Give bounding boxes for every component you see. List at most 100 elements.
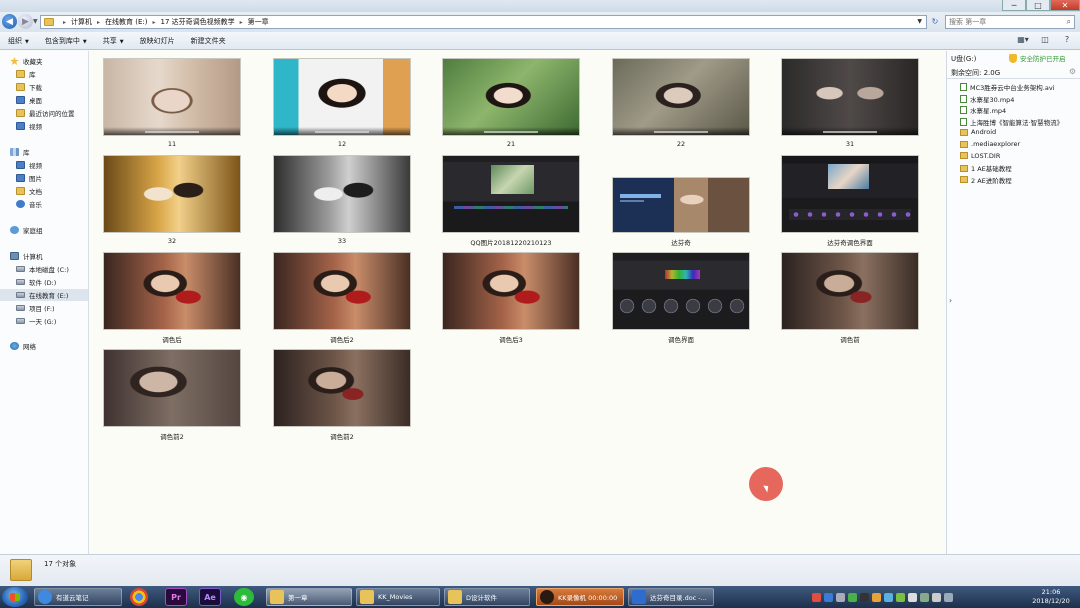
network-status-icon[interactable] (920, 592, 929, 602)
tray-app-icon[interactable] (884, 592, 893, 602)
image-thumbnail[interactable] (612, 252, 750, 330)
address-bar[interactable]: ▸ 计算机 ▸ 在线教育 (E:) ▸ 17 达芬奇调色视频教学 ▸ 第一章 ▼ (40, 15, 927, 29)
file-thumbnail-tile[interactable]: 32 (103, 155, 241, 247)
file-thumbnail-tile[interactable]: 调色后2 (273, 252, 411, 344)
taskbar-kk-recorder[interactable]: KK录像机 00:00:00 (536, 588, 624, 606)
chevron-right-icon[interactable]: ▸ (63, 19, 66, 26)
file-thumbnail-tile[interactable]: 调色前2 (273, 349, 411, 441)
sidebar-libraries[interactable]: 库 (10, 147, 30, 157)
file-thumbnail-tile[interactable]: 12 (273, 58, 411, 150)
organize-menu[interactable]: 组织 ▼ (0, 36, 37, 46)
drive-folder-item[interactable]: 1 AE基础教程 (960, 163, 1080, 173)
new-folder-button[interactable]: 新建文件夹 (183, 36, 234, 46)
sidebar-item-desktop[interactable]: 桌面 (16, 95, 42, 105)
file-name-label[interactable]: 调色后2 (263, 334, 421, 344)
image-thumbnail[interactable] (103, 155, 241, 233)
image-thumbnail[interactable] (103, 252, 241, 330)
drive-folder-item[interactable]: Android (960, 128, 1080, 136)
search-box[interactable]: ⌕ (945, 15, 1075, 29)
file-name-label[interactable]: 21 (432, 140, 590, 148)
breadcrumb-computer[interactable]: 计算机 (71, 17, 92, 27)
file-name-label[interactable]: 11 (93, 140, 251, 148)
image-thumbnail[interactable] (103, 349, 241, 427)
file-thumbnail-tile[interactable]: 33 (273, 155, 411, 247)
file-thumbnail-tile[interactable]: 调色后3 (442, 252, 580, 344)
breadcrumb-drive[interactable]: 在线教育 (E:) (105, 17, 147, 27)
file-name-label[interactable]: 调色前 (771, 334, 929, 344)
file-name-label[interactable]: 调色后 (93, 334, 251, 344)
tray-app-icon[interactable] (944, 592, 953, 602)
breadcrumb-course[interactable]: 17 达芬奇调色视频教学 (161, 17, 235, 27)
breadcrumb-chapter[interactable]: 第一章 (248, 17, 269, 27)
recent-pages-dropdown[interactable]: ▼ (33, 18, 38, 25)
file-thumbnail-tile[interactable]: 调色后 (103, 252, 241, 344)
sidebar-item-recent[interactable]: 最近访问的位置 (16, 108, 75, 118)
maximize-button[interactable]: □ (1026, 0, 1050, 11)
file-name-label[interactable]: 32 (93, 237, 251, 245)
image-thumbnail[interactable] (442, 155, 580, 233)
file-name-label[interactable]: 33 (263, 237, 421, 245)
file-name-label[interactable]: 达芬奇调色界面 (771, 237, 929, 247)
help-icon[interactable]: ? (1060, 35, 1074, 46)
volume-icon[interactable] (932, 592, 941, 602)
protection-status[interactable]: 安全防护已开启 (1009, 53, 1066, 63)
file-view[interactable]: 11 12 21 22 31 32 33 QQ图片20181220210123 达芬奇 达芬奇调色… (90, 51, 945, 554)
image-thumbnail[interactable] (273, 349, 411, 427)
tray-app-icon[interactable] (872, 592, 881, 602)
sidebar-network[interactable]: 网络 (10, 341, 36, 351)
image-thumbnail[interactable] (273, 252, 411, 330)
refresh-button[interactable]: ↻ (929, 17, 941, 28)
image-thumbnail[interactable] (612, 58, 750, 136)
sidebar-item-downloads[interactable]: 下载 (16, 82, 42, 92)
file-thumbnail-tile[interactable]: QQ图片20181220210123 (442, 155, 580, 247)
minimize-button[interactable]: ─ (1002, 0, 1026, 11)
sidebar-homegroup[interactable]: 家庭组 (10, 225, 43, 235)
sidebar-item-videos-fav[interactable]: 视频 (16, 121, 42, 131)
tray-help-icon[interactable] (824, 592, 833, 602)
sidebar-item-documents[interactable]: 文档 (16, 186, 42, 196)
wechat-icon[interactable]: ◉ (234, 588, 254, 606)
after-effects-icon[interactable]: Ae (199, 588, 221, 606)
file-thumbnail-tile[interactable]: 调色前 (781, 252, 919, 344)
forward-button[interactable]: ▶ (18, 14, 33, 29)
tray-app-icon[interactable] (836, 592, 845, 602)
image-thumbnail[interactable] (781, 155, 919, 233)
image-thumbnail[interactable] (273, 58, 411, 136)
image-thumbnail[interactable] (612, 177, 750, 233)
premiere-icon[interactable]: Pr (165, 588, 187, 606)
chevron-down-icon[interactable]: ▼ (917, 18, 922, 25)
file-thumbnail-tile[interactable]: 调色界面 (612, 252, 750, 344)
slideshow-button[interactable]: 放映幻灯片 (132, 36, 183, 46)
file-thumbnail-tile[interactable]: 达芬奇调色界面 (781, 155, 919, 247)
sidebar-favorites[interactable]: 收藏夹 (10, 56, 43, 66)
file-name-label[interactable]: 22 (602, 140, 760, 148)
taskbar-doc[interactable]: 达芬奇目录.doc -... (628, 588, 714, 606)
file-name-label[interactable]: 调色前2 (93, 431, 251, 441)
back-button[interactable]: ◀ (2, 14, 17, 29)
tray-app-icon[interactable] (896, 592, 905, 602)
file-thumbnail-tile[interactable]: 22 (612, 58, 750, 150)
file-thumbnail-tile[interactable]: 21 (442, 58, 580, 150)
file-name-label[interactable]: 达芬奇 (602, 237, 760, 247)
file-name-label[interactable]: 31 (771, 140, 929, 148)
file-thumbnail-tile[interactable]: 31 (781, 58, 919, 150)
sidebar-item-drive-d[interactable]: 软件 (D:) (16, 277, 56, 287)
drive-file-item[interactable]: MC3胜券云中台业务架构.avi (960, 82, 1080, 92)
close-button[interactable]: ✕ (1050, 0, 1080, 11)
view-options-icon[interactable]: ▦▾ (1016, 35, 1030, 46)
drive-folder-item[interactable]: LOST.DIR (960, 152, 1080, 160)
include-in-library-menu[interactable]: 包含到库中 ▼ (37, 36, 95, 46)
sidebar-item-pictures[interactable]: 图片 (16, 173, 42, 183)
search-input[interactable] (949, 18, 1061, 26)
chevron-right-icon[interactable]: ▸ (153, 19, 156, 26)
file-thumbnail-tile[interactable]: 11 (103, 58, 241, 150)
sidebar-item-music[interactable]: 音乐 (16, 199, 42, 209)
clock[interactable]: 21:06 2018/12/20 (1024, 588, 1078, 606)
share-menu[interactable]: 共享 ▼ (95, 36, 132, 46)
sidebar-item-drive-f[interactable]: 项目 (F:) (16, 303, 55, 313)
preview-pane-icon[interactable]: ◫ (1038, 35, 1052, 46)
file-thumbnail-tile[interactable]: 调色前2 (103, 349, 241, 441)
chrome-icon[interactable] (130, 588, 148, 606)
file-name-label[interactable]: 调色前2 (263, 431, 421, 441)
taskbar-design-software[interactable]: D设计软件 (444, 588, 530, 606)
